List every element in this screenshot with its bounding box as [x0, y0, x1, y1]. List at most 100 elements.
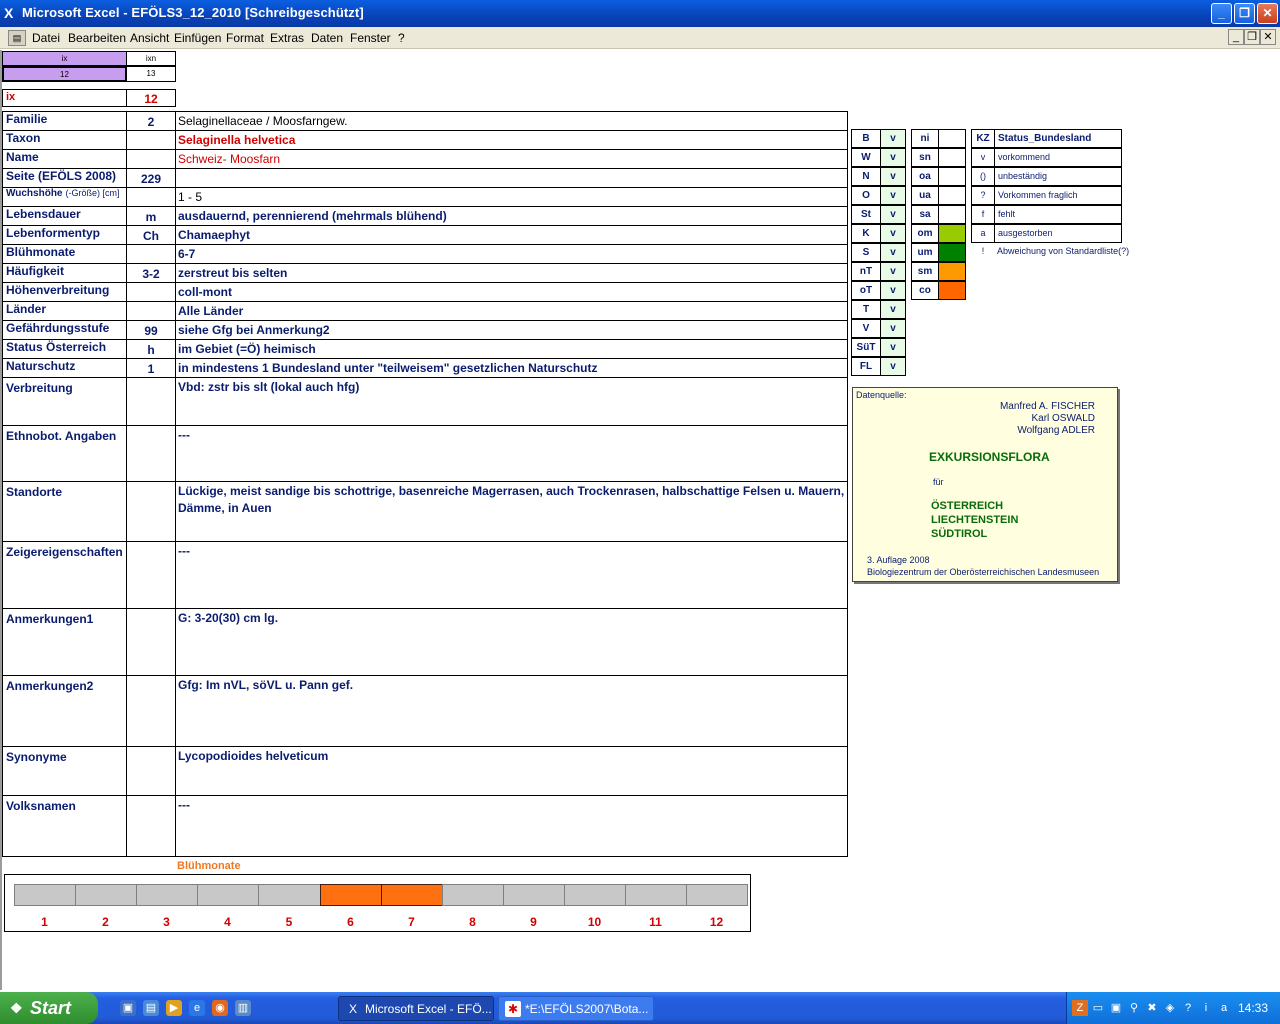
bigrow-value[interactable]: --- — [175, 541, 848, 609]
bundesland-code[interactable]: St — [851, 205, 881, 224]
bundesland-code[interactable]: nT — [851, 262, 881, 281]
bundesland-code[interactable]: oT — [851, 281, 881, 300]
row-value[interactable]: im Gebiet (=Ö) heimisch — [175, 339, 848, 359]
region-color-swatch[interactable] — [938, 148, 966, 167]
row-label[interactable]: Name — [2, 149, 127, 169]
row-code[interactable]: Ch — [126, 225, 176, 245]
bigrow-code[interactable] — [126, 795, 176, 857]
row-value[interactable]: in mindestens 1 Bundesland unter "teilwe… — [175, 358, 848, 378]
row-code[interactable] — [126, 244, 176, 264]
menu-extras[interactable]: Extras — [270, 31, 304, 45]
row-value[interactable]: coll-mont — [175, 282, 848, 302]
tray-network-icon[interactable]: ▭ — [1090, 1000, 1106, 1016]
bigrow-code[interactable] — [126, 377, 176, 426]
region-code[interactable]: om — [911, 224, 939, 243]
row-label[interactable]: Wuchshöhe (-Größe) [cm] — [2, 187, 127, 207]
task-acrobat[interactable]: ✱ *E:\EFÖLS2007\Bota... — [498, 996, 654, 1021]
row-code[interactable] — [126, 187, 176, 207]
bigrow-label[interactable]: Anmerkungen1 — [2, 608, 127, 676]
quicklaunch-media-icon[interactable]: ▶ — [166, 1000, 182, 1016]
row-code[interactable] — [126, 301, 176, 321]
data-source-box[interactable]: Datenquelle: Manfred A. FISCHER Karl OSW… — [852, 387, 1118, 582]
menu-help[interactable]: ? — [398, 31, 405, 45]
region-code[interactable]: sm — [911, 262, 939, 281]
bundesland-status[interactable]: v — [880, 281, 906, 300]
bundesland-status[interactable]: v — [880, 300, 906, 319]
region-code[interactable]: ni — [911, 129, 939, 148]
bigrow-label[interactable]: Volksnamen — [2, 795, 127, 857]
row-code[interactable] — [126, 130, 176, 150]
row-value[interactable]: Chamaephyt — [175, 225, 848, 245]
region-color-swatch[interactable] — [938, 205, 966, 224]
row-code[interactable]: 1 — [126, 358, 176, 378]
menu-einfuegen[interactable]: Einfügen — [174, 31, 221, 45]
restore-button[interactable]: ❐ — [1234, 3, 1255, 24]
bundesland-code[interactable]: W — [851, 148, 881, 167]
bundesland-code[interactable]: B — [851, 129, 881, 148]
bigrow-label[interactable]: Ethnobot. Angaben — [2, 425, 127, 482]
quicklaunch-folder-icon[interactable]: ▤ — [143, 1000, 159, 1016]
worksheet[interactable]: ix ixn 12 13 ix 12 Familie 2 Selaginellace… — [0, 50, 1280, 990]
ix-label[interactable]: ix — [2, 89, 127, 107]
close-button[interactable]: ✕ — [1257, 3, 1278, 24]
index-header-ixn[interactable]: ixn — [126, 51, 176, 66]
row-value[interactable] — [175, 168, 848, 188]
row-label[interactable]: Lebensdauer — [2, 206, 127, 226]
bigrow-value[interactable]: Lycopodioides helveticum — [175, 746, 848, 796]
workbook-icon[interactable]: ▤ — [8, 30, 26, 46]
row-code[interactable]: 2 — [126, 111, 176, 131]
row-code[interactable] — [126, 282, 176, 302]
bundesland-code[interactable]: K — [851, 224, 881, 243]
bundesland-status[interactable]: v — [880, 338, 906, 357]
bundesland-status[interactable]: v — [880, 148, 906, 167]
row-label[interactable]: Länder — [2, 301, 127, 321]
region-color-swatch[interactable] — [938, 281, 966, 300]
region-color-swatch[interactable] — [938, 129, 966, 148]
bundesland-code[interactable]: FL — [851, 357, 881, 376]
bundesland-status[interactable]: v — [880, 357, 906, 376]
bundesland-code[interactable]: V — [851, 319, 881, 338]
bigrow-value[interactable]: Vbd: zstr bis slt (lokal auch hfg) — [175, 377, 848, 426]
menu-datei[interactable]: Datei — [32, 31, 60, 45]
row-value[interactable]: Selaginellaceae / Moosfarngew. — [175, 111, 848, 131]
bigrow-code[interactable] — [126, 541, 176, 609]
tray-app-icon[interactable]: Z — [1072, 1000, 1088, 1016]
row-value[interactable]: zerstreut bis selten — [175, 263, 848, 283]
bigrow-code[interactable] — [126, 746, 176, 796]
quicklaunch-firefox-icon[interactable]: ◉ — [212, 1000, 228, 1016]
tray-help-icon[interactable]: ? — [1180, 1000, 1196, 1016]
row-label[interactable]: Seite (EFÖLS 2008) — [2, 168, 127, 188]
row-label[interactable]: Gefährdungsstufe — [2, 320, 127, 340]
row-label[interactable]: Naturschutz — [2, 358, 127, 378]
region-code[interactable]: um — [911, 243, 939, 262]
bigrow-label[interactable]: Zeigereigenschaften — [2, 541, 127, 609]
doc-close-button[interactable]: ✕ — [1260, 29, 1276, 45]
index-value-ix[interactable]: 12 — [2, 66, 127, 82]
bigrow-code[interactable] — [126, 608, 176, 676]
bigrow-value[interactable]: Gfg: Im nVL, söVL u. Pann gef. — [175, 675, 848, 747]
row-value[interactable]: Selaginella helvetica — [175, 130, 848, 150]
bundesland-status[interactable]: v — [880, 129, 906, 148]
start-button[interactable]: ❖ Start — [0, 992, 98, 1024]
row-value[interactable]: ausdauernd, perennierend (mehrmals blühe… — [175, 206, 848, 226]
row-value[interactable]: Alle Länder — [175, 301, 848, 321]
tray-security-icon[interactable]: ✖ — [1144, 1000, 1160, 1016]
row-value[interactable]: siehe Gfg bei Anmerkung2 — [175, 320, 848, 340]
menu-format[interactable]: Format — [226, 31, 264, 45]
row-value[interactable]: 1 - 5 — [175, 187, 848, 207]
bigrow-code[interactable] — [126, 425, 176, 482]
row-label[interactable]: Familie — [2, 111, 127, 131]
bundesland-status[interactable]: v — [880, 243, 906, 262]
task-excel[interactable]: X Microsoft Excel - EFÖ... — [338, 996, 494, 1021]
tray-update-icon[interactable]: a — [1216, 1000, 1232, 1016]
region-code[interactable]: co — [911, 281, 939, 300]
row-label[interactable]: Häufigkeit — [2, 263, 127, 283]
menu-daten[interactable]: Daten — [311, 31, 343, 45]
region-code[interactable]: oa — [911, 167, 939, 186]
bundesland-status[interactable]: v — [880, 186, 906, 205]
index-header-ix[interactable]: ix — [2, 51, 127, 66]
region-code[interactable]: sn — [911, 148, 939, 167]
row-code[interactable]: 99 — [126, 320, 176, 340]
row-label[interactable]: Blühmonate — [2, 244, 127, 264]
bundesland-status[interactable]: v — [880, 167, 906, 186]
